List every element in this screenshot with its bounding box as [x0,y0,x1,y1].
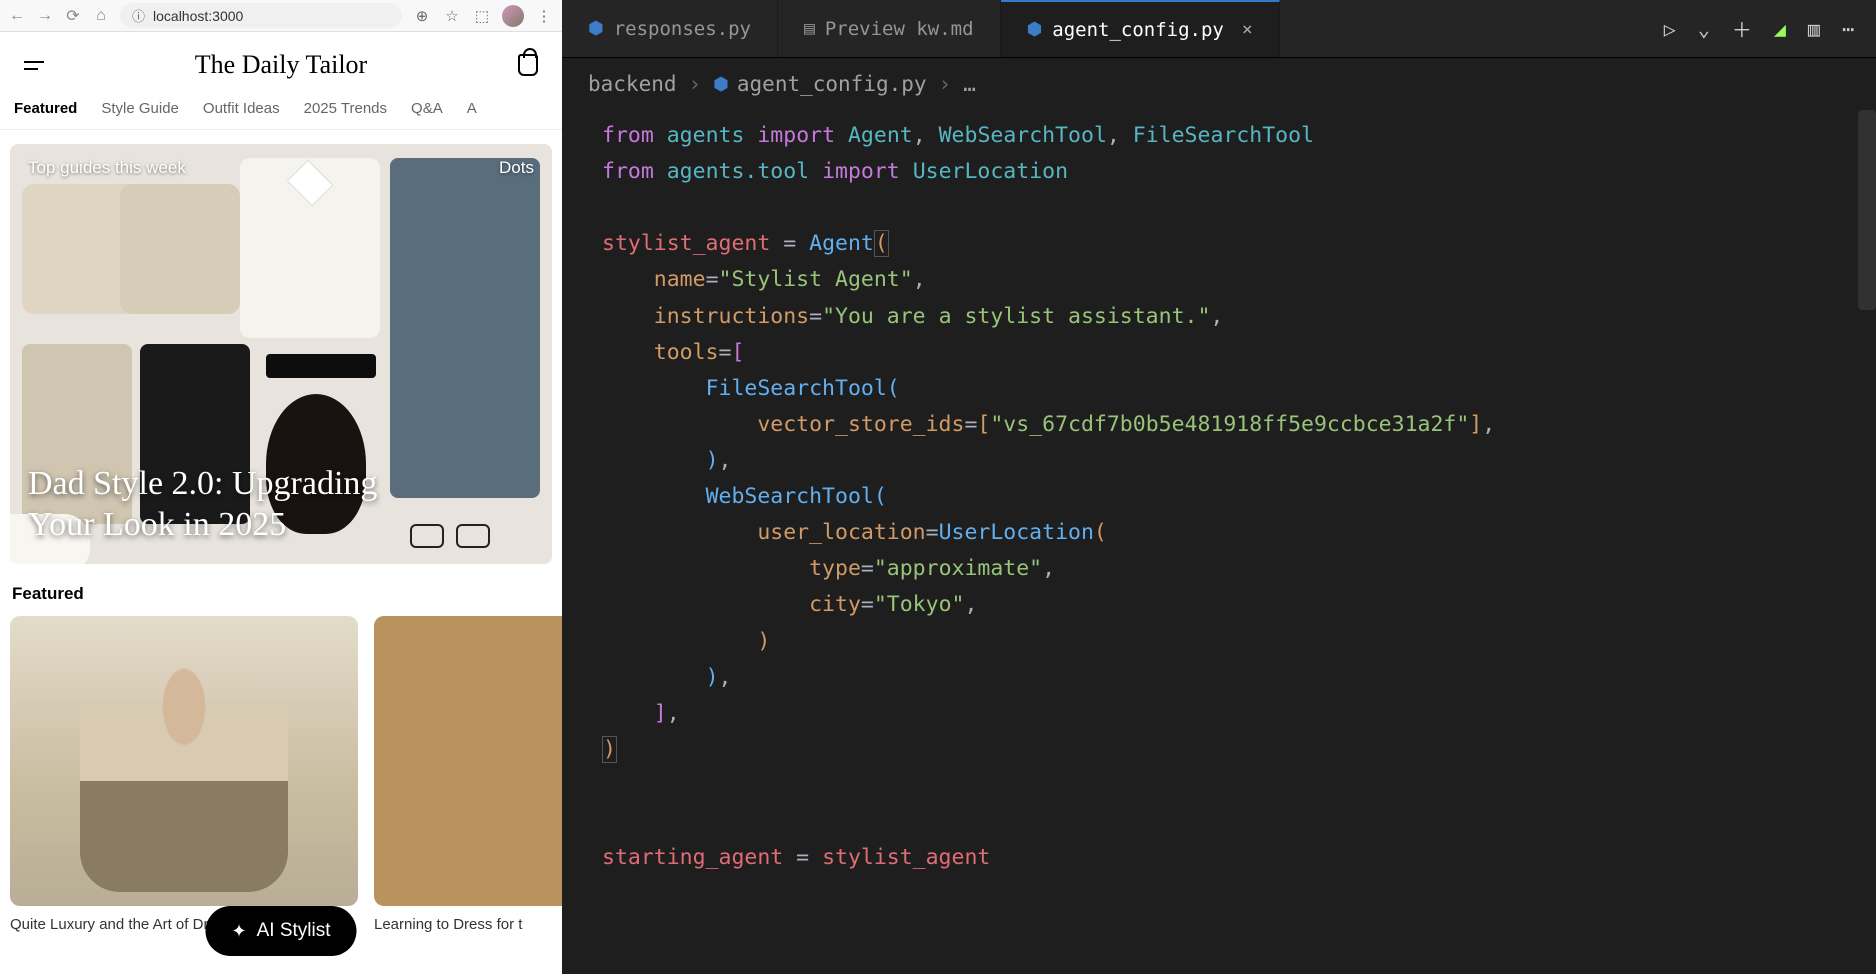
tab-responses[interactable]: ⬢ responses.py [562,0,778,57]
extensions-icon[interactable]: ⬚ [472,7,492,25]
ai-stylist-label: AI Stylist [257,920,331,942]
page-content: Top guides this week Dots Dad Style 2.0:… [0,130,562,974]
more-actions-icon[interactable]: ⋯ [1842,17,1854,41]
scrollbar[interactable] [1858,110,1876,310]
preview-icon: ▤ [804,18,815,39]
url-text: localhost:3000 [153,8,243,24]
profile-avatar[interactable] [502,5,524,27]
article-card[interactable]: Learning to Dress for t [374,616,562,933]
tab-label: Preview kw.md [825,18,974,40]
editor-panel: ⬢ responses.py ▤ Preview kw.md ⬢ agent_c… [562,0,1876,974]
tab-outfit-ideas[interactable]: Outfit Ideas [203,100,280,117]
add-button[interactable]: ＋ [1732,14,1752,43]
editor-tab-bar: ⬢ responses.py ▤ Preview kw.md ⬢ agent_c… [562,0,1876,58]
browser-toolbar: ← → ⟳ ⌂ ⓘ localhost:3000 ⊕ ☆ ⬚ ⋮ [0,0,562,32]
breadcrumb-file[interactable]: ⬢ agent_config.py [713,72,926,96]
tab-preview-kw[interactable]: ▤ Preview kw.md [778,0,1001,57]
back-button[interactable]: ← [8,7,26,25]
chevron-icon: › [939,72,952,96]
tab-featured[interactable]: Featured [14,100,77,117]
python-icon: ⬢ [1027,19,1043,40]
card-row: Quite Luxury and the Art of Dressing Up … [10,616,552,933]
hero-tag-right: Dots [499,158,534,178]
forward-button[interactable]: → [36,7,54,25]
card-image [10,616,358,906]
tab-2025-trends[interactable]: 2025 Trends [304,100,387,117]
editor-actions: ▷ ⌄ ＋ ◢ ▥ ⋯ [1664,0,1876,57]
python-icon: ⬢ [713,74,729,95]
code-editor[interactable]: from agents import Agent, WebSearchTool,… [562,110,1876,974]
python-icon: ⬢ [588,18,604,39]
card-image [374,616,562,906]
category-tabs: Featured Style Guide Outfit Ideas 2025 T… [0,92,562,130]
breadcrumb[interactable]: backend › ⬢ agent_config.py › … [562,58,1876,110]
hero-headline: Dad Style 2.0: Upgrading Your Look in 20… [28,464,428,546]
hero-tag: Top guides this week [28,158,186,178]
reload-button[interactable]: ⟳ [64,6,82,26]
close-icon[interactable]: × [1242,19,1253,40]
home-button[interactable]: ⌂ [92,7,110,25]
site-header: The Daily Tailor [0,32,562,92]
bag-icon[interactable] [518,54,538,76]
bookmark-icon[interactable]: ☆ [442,7,462,25]
breadcrumb-folder[interactable]: backend [588,72,677,96]
tab-more[interactable]: A [467,100,477,117]
hero-card[interactable]: Top guides this week Dots Dad Style 2.0:… [10,144,552,564]
chevron-icon: › [689,72,702,96]
browser-menu-icon[interactable]: ⋮ [534,7,554,25]
tab-qa[interactable]: Q&A [411,100,443,117]
site-title: The Daily Tailor [195,50,367,80]
ai-stylist-button[interactable]: ✦ AI Stylist [206,906,357,956]
section-title: Featured [12,584,550,604]
browser-panel: ← → ⟳ ⌂ ⓘ localhost:3000 ⊕ ☆ ⬚ ⋮ The Dai… [0,0,562,974]
tab-style-guide[interactable]: Style Guide [101,100,179,117]
tab-label: agent_config.py [1052,19,1224,41]
run-button[interactable]: ▷ [1664,17,1676,41]
highlighter-icon[interactable]: ◢ [1774,17,1786,41]
tab-label: responses.py [614,18,751,40]
sparkle-icon: ✦ [232,921,247,942]
run-dropdown-icon[interactable]: ⌄ [1698,17,1710,41]
split-editor-icon[interactable]: ▥ [1808,17,1820,41]
breadcrumb-symbol[interactable]: … [963,72,976,96]
hamburger-icon[interactable] [24,61,44,70]
card-title: Learning to Dress for t [374,916,562,933]
tab-agent-config[interactable]: ⬢ agent_config.py × [1001,0,1280,57]
article-card[interactable]: Quite Luxury and the Art of Dressing Up … [10,616,358,933]
zoom-icon[interactable]: ⊕ [412,7,432,25]
address-bar[interactable]: ⓘ localhost:3000 [120,3,402,28]
site-info-icon[interactable]: ⓘ [132,6,145,25]
